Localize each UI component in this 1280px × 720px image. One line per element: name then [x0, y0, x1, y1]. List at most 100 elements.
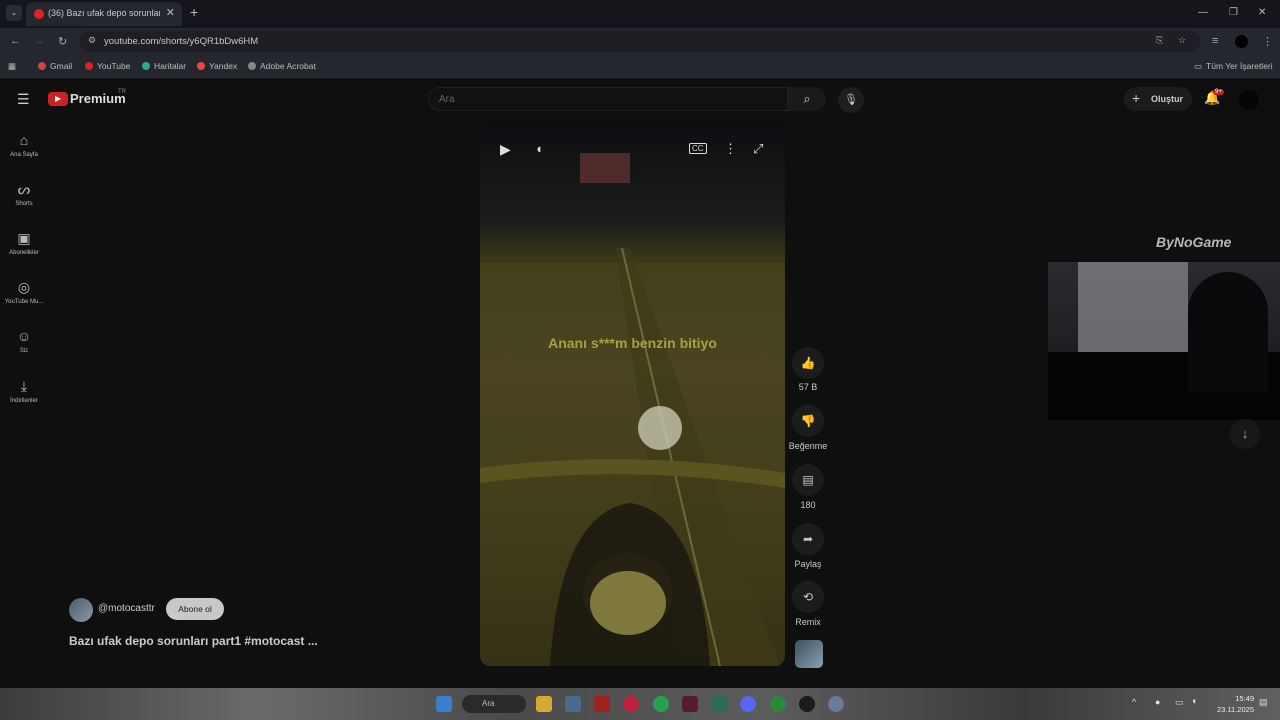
whatsapp-icon[interactable]	[653, 696, 669, 712]
app-icon[interactable]	[799, 696, 815, 712]
clock-date[interactable]: 23.11.2025	[1208, 705, 1254, 714]
volume-tray-icon[interactable]: ◖	[1191, 696, 1197, 707]
next-video-button[interactable]: ↓	[1230, 419, 1260, 449]
bookmark-youtube[interactable]: YouTube	[85, 61, 130, 71]
comments-button[interactable]: ▤	[792, 464, 824, 496]
minimize-icon[interactable]: —	[1198, 7, 1208, 18]
reload-icon[interactable]: ↻	[58, 35, 67, 48]
remix-icon: ⟲	[802, 590, 814, 604]
install-icon[interactable]: ⎘	[1156, 35, 1163, 46]
audio-thumbnail[interactable]	[795, 640, 823, 668]
youtube-icon	[85, 62, 93, 70]
bookmark-gmail[interactable]: Gmail	[38, 61, 72, 71]
app-icon[interactable]	[594, 696, 610, 712]
new-tab-icon[interactable]: +	[190, 4, 198, 20]
comment-icon: ▤	[802, 473, 814, 487]
taskbar-search[interactable]: Ara	[462, 695, 526, 713]
all-bookmarks[interactable]: ▭ Tüm Yer İşaretleri	[1194, 61, 1273, 72]
plus-icon: +	[1132, 90, 1141, 106]
sidebar-item-shorts[interactable]: ᔕ Shorts	[0, 181, 48, 207]
all-bookmarks-label: Tüm Yer İşaretleri	[1206, 61, 1273, 71]
tab-search-icon[interactable]: ⌄	[6, 5, 22, 21]
bookmark-adobe[interactable]: Adobe Acrobat	[248, 61, 316, 71]
thumbs-down-icon: 👎	[800, 414, 816, 428]
dislike-button[interactable]: 👎	[792, 405, 824, 437]
sidebar-label: Ana Sayfa	[10, 152, 38, 158]
sidebar-label: İndirilenler	[10, 398, 38, 404]
clock-time[interactable]: 15:49	[1222, 694, 1254, 703]
restore-icon[interactable]: ❐	[1229, 7, 1238, 18]
bookmark-label: Haritalar	[154, 61, 187, 71]
search-button[interactable]: ⌕	[788, 87, 826, 111]
discord-icon[interactable]	[740, 696, 756, 712]
bookmark-star-icon[interactable]: ☆	[1178, 35, 1186, 46]
apps-grid-icon[interactable]: ▦	[8, 61, 16, 72]
channel-avatar[interactable]	[69, 598, 93, 622]
url-bar[interactable]: ⚙ youtube.com/shorts/y6QR1bDw6HM ⎘ ☆	[80, 31, 1200, 52]
play-icon[interactable]: ▶	[500, 141, 511, 158]
browser-menu-icon[interactable]: ⋮	[1262, 35, 1273, 48]
url-text[interactable]: youtube.com/shorts/y6QR1bDw6HM	[104, 36, 258, 47]
fullscreen-icon[interactable]: ⤢	[753, 141, 763, 157]
sidebar-label: Abonelikler	[9, 250, 39, 256]
webcam-overlay	[1048, 262, 1280, 420]
maps-icon	[142, 62, 150, 70]
chrome-icon[interactable]	[770, 696, 786, 712]
youtube-logo-icon[interactable]: ▶	[48, 92, 68, 106]
tray-chevron-icon[interactable]: ^	[1132, 697, 1136, 707]
sidebar-item-you[interactable]: ☺ Siz	[0, 328, 48, 354]
back-icon[interactable]: ←	[10, 35, 21, 47]
bookmarks-bar: ▦ Gmail YouTube Haritalar Yandex Adobe A…	[0, 55, 1280, 79]
avatar[interactable]	[1239, 90, 1259, 110]
menu-icon[interactable]: ☰	[17, 91, 30, 108]
channel-name[interactable]: @motocasttr	[98, 603, 155, 614]
logo-region: TR	[118, 89, 126, 95]
settings-icon[interactable]	[828, 696, 844, 712]
more-options-icon[interactable]: ⋮	[724, 141, 737, 157]
forward-icon[interactable]: →	[34, 35, 45, 47]
share-button[interactable]: ➦	[792, 523, 824, 555]
volume-icon[interactable]: ◖	[535, 141, 543, 156]
tab-strip: ⌄ (36) Bazı ufak depo sorunları p... ✕ +…	[0, 0, 1280, 28]
file-explorer-icon[interactable]	[536, 696, 552, 712]
voice-search-button[interactable]: 🎙	[838, 87, 864, 113]
network-icon[interactable]: ▭	[1175, 697, 1184, 708]
store-icon[interactable]	[565, 696, 581, 712]
shorts-video-player[interactable]: ▶ ◖ CC ⋮ ⤢ Ananı s***m benzin bitiyo	[480, 123, 785, 666]
remix-button[interactable]: ⟲	[792, 581, 824, 613]
youtube-page: ☰ ▶ Premium TR Ara ⌕ 🎙 + Oluştur 🔔 9+ ⌂ …	[0, 80, 1280, 688]
shorts-icon: ᔕ	[17, 181, 31, 197]
sidebar-item-subscriptions[interactable]: ▣ Abonelikler	[0, 230, 48, 256]
gmail-icon	[38, 62, 46, 70]
bookmark-label: YouTube	[97, 61, 131, 71]
notification-center-icon[interactable]: ▤	[1259, 697, 1268, 708]
app-icon[interactable]	[682, 696, 698, 712]
start-icon[interactable]	[436, 696, 452, 712]
create-button[interactable]: + Oluştur	[1124, 87, 1192, 111]
site-info-icon[interactable]: ⚙	[88, 35, 96, 46]
like-button[interactable]: 👍	[792, 347, 824, 379]
close-window-icon[interactable]: ✕	[1258, 7, 1266, 18]
bookmark-label: Adobe Acrobat	[260, 61, 316, 71]
search-icon: ⌕	[803, 91, 811, 106]
address-toolbar: ← → ↻ ⚙ youtube.com/shorts/y6QR1bDw6HM ⎘…	[0, 28, 1280, 55]
bookmark-maps[interactable]: Haritalar	[142, 61, 186, 71]
subscribe-button[interactable]: Abone ol	[166, 598, 224, 620]
tab-active[interactable]: (36) Bazı ufak depo sorunları p... ✕	[26, 2, 182, 26]
video-title[interactable]: Bazı ufak depo sorunları part1 #motocast…	[69, 634, 318, 648]
excel-icon[interactable]	[711, 696, 727, 712]
create-label: Oluştur	[1151, 94, 1184, 104]
media-app-icon[interactable]	[623, 696, 639, 712]
media-control-icon[interactable]: ≡	[1212, 35, 1218, 47]
sidebar-item-youtube-music[interactable]: ◎ YouTube Mu...	[0, 279, 48, 305]
captions-icon[interactable]: CC	[689, 143, 707, 154]
tab-close-icon[interactable]: ✕	[166, 6, 175, 19]
mic-tray-icon[interactable]: ●	[1155, 697, 1160, 707]
profile-avatar[interactable]	[1235, 35, 1248, 48]
search-input[interactable]: Ara	[428, 87, 788, 111]
subscriptions-icon: ▣	[17, 230, 31, 246]
sidebar-item-home[interactable]: ⌂ Ana Sayfa	[0, 132, 48, 158]
sidebar-item-downloads[interactable]: ⤓ İndirilenler	[0, 378, 48, 404]
youtube-music-icon: ◎	[17, 279, 31, 295]
bookmark-yandex[interactable]: Yandex	[197, 61, 237, 71]
